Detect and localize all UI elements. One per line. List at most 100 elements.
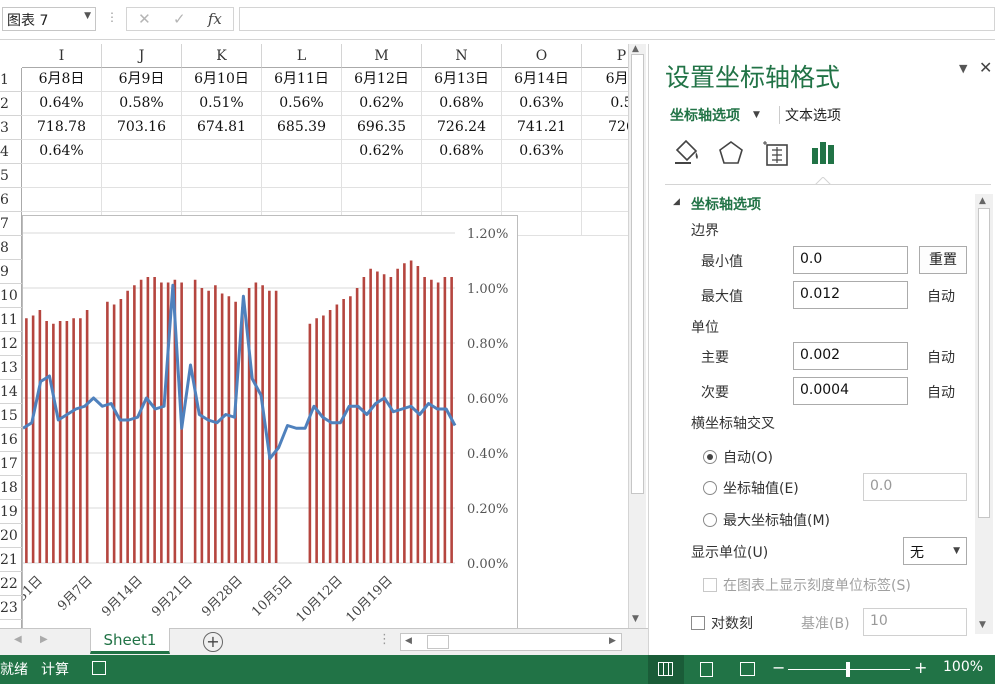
- pane-scroll-thumb[interactable]: [978, 208, 990, 518]
- radio-max-axis-value[interactable]: [703, 513, 717, 527]
- zoom-out-icon[interactable]: −: [772, 658, 785, 677]
- cell[interactable]: 6月8日: [22, 68, 102, 92]
- cell[interactable]: [22, 164, 102, 188]
- row-header[interactable]: 22: [0, 572, 22, 596]
- scroll-right-icon[interactable]: ▶: [609, 636, 616, 646]
- collapse-icon[interactable]: ◢: [673, 197, 680, 207]
- row-header[interactable]: 14: [0, 380, 22, 404]
- cell[interactable]: 0.68%: [422, 92, 502, 116]
- column-header[interactable]: J: [102, 44, 182, 68]
- reset-button[interactable]: 重置: [919, 246, 967, 274]
- scroll-down-icon[interactable]: ▼: [979, 620, 986, 630]
- zoom-level[interactable]: 100%: [943, 659, 983, 675]
- macro-record-icon[interactable]: [92, 661, 106, 675]
- cell[interactable]: 0.64%: [22, 140, 102, 164]
- cell[interactable]: 0.68%: [422, 140, 502, 164]
- axis-value-input[interactable]: 0.0: [863, 473, 967, 501]
- cell[interactable]: [102, 164, 182, 188]
- hscroll-thumb[interactable]: [427, 635, 449, 649]
- radio-auto[interactable]: [703, 450, 717, 464]
- radio-axis-value-label[interactable]: 坐标轴值(E): [723, 478, 799, 498]
- cell[interactable]: 6月9日: [102, 68, 182, 92]
- row-header[interactable]: 4: [0, 140, 22, 164]
- pane-scrollbar[interactable]: ▲ ▼: [975, 194, 993, 634]
- cell[interactable]: 0.63%: [502, 92, 582, 116]
- cell[interactable]: 6月1: [582, 68, 628, 92]
- row-header[interactable]: 5: [0, 164, 22, 188]
- cell[interactable]: [582, 140, 628, 164]
- row-header[interactable]: 20: [0, 524, 22, 548]
- row-header[interactable]: 13: [0, 356, 22, 380]
- page-layout-icon[interactable]: [700, 662, 713, 677]
- formula-input[interactable]: [239, 7, 995, 31]
- cell[interactable]: [262, 140, 342, 164]
- pane-options-icon[interactable]: ▼: [959, 62, 967, 75]
- cell[interactable]: [182, 188, 262, 212]
- axis-options-icon[interactable]: [805, 136, 841, 172]
- row-header[interactable]: 15: [0, 404, 22, 428]
- min-input[interactable]: 0.0: [793, 246, 908, 274]
- cell[interactable]: [182, 164, 262, 188]
- cell[interactable]: 0.63%: [502, 140, 582, 164]
- cell[interactable]: 6月11日: [262, 68, 342, 92]
- radio-max-label[interactable]: 最大坐标轴值(M): [723, 510, 830, 530]
- cell[interactable]: [502, 164, 582, 188]
- cell[interactable]: [342, 164, 422, 188]
- column-header[interactable]: I: [22, 44, 102, 68]
- scrollbar-thumb[interactable]: [631, 54, 644, 494]
- radio-auto-label[interactable]: 自动(O): [723, 447, 773, 467]
- row-header[interactable]: 16: [0, 428, 22, 452]
- cell[interactable]: [582, 164, 628, 188]
- max-auto-button[interactable]: 自动: [927, 286, 955, 306]
- cell[interactable]: 718.78: [22, 116, 102, 140]
- row-header[interactable]: 10: [0, 284, 22, 308]
- tab-text-options[interactable]: 文本选项: [785, 105, 841, 125]
- row-header[interactable]: 11: [0, 308, 22, 332]
- row-header[interactable]: 9: [0, 260, 22, 284]
- tab-axis-options[interactable]: 坐标轴选项: [670, 105, 740, 125]
- scroll-left-icon[interactable]: ◀: [405, 636, 412, 646]
- row-header[interactable]: 3: [0, 116, 22, 140]
- chart[interactable]: 0.00% 0.20% 0.40% 0.60% 0.80% 1.00% 1.20% 8月31日…: [0, 215, 518, 635]
- cell[interactable]: 0.51%: [182, 92, 262, 116]
- column-header[interactable]: N: [422, 44, 502, 68]
- show-units-checkbox[interactable]: [703, 578, 717, 592]
- column-header[interactable]: M: [342, 44, 422, 68]
- cell[interactable]: 0.56%: [262, 92, 342, 116]
- cell[interactable]: [22, 188, 102, 212]
- row-header[interactable]: 6: [0, 188, 22, 212]
- show-units-label[interactable]: 在图表上显示刻度单位标签(S): [723, 575, 911, 595]
- cell[interactable]: 6月13日: [422, 68, 502, 92]
- cell[interactable]: 0.62%: [342, 140, 422, 164]
- scroll-down-icon[interactable]: ▼: [632, 614, 639, 624]
- page-break-icon[interactable]: [740, 662, 755, 676]
- chevron-down-icon[interactable]: ▼: [84, 11, 91, 21]
- cell[interactable]: [582, 188, 628, 212]
- minor-input[interactable]: 0.0004: [793, 377, 908, 405]
- close-icon[interactable]: ✕: [979, 58, 992, 77]
- display-units-select[interactable]: 无 ▼: [903, 537, 967, 565]
- section-title[interactable]: 坐标轴选项: [691, 194, 761, 214]
- row-header[interactable]: 19: [0, 500, 22, 524]
- effects-icon[interactable]: [713, 136, 749, 172]
- row-header[interactable]: 8: [0, 236, 22, 260]
- chevron-down-icon[interactable]: ▼: [753, 110, 760, 120]
- tab-scroll-left-icon[interactable]: ◀: [14, 634, 22, 645]
- cell[interactable]: [102, 188, 182, 212]
- major-input[interactable]: 0.002: [793, 342, 908, 370]
- column-header[interactable]: K: [182, 44, 262, 68]
- cell[interactable]: [182, 140, 262, 164]
- vertical-scrollbar[interactable]: ▲ ▼: [628, 44, 646, 628]
- fill-line-icon[interactable]: [669, 136, 705, 172]
- row-header[interactable]: 17: [0, 452, 22, 476]
- cell[interactable]: 696.35: [342, 116, 422, 140]
- cell[interactable]: 726: [582, 116, 628, 140]
- log-scale-checkbox[interactable]: [691, 616, 705, 630]
- add-sheet-icon[interactable]: +: [203, 632, 223, 652]
- cancel-icon[interactable]: ✕: [138, 10, 151, 28]
- cell[interactable]: [342, 188, 422, 212]
- cell[interactable]: [582, 212, 628, 236]
- tab-scroll-right-icon[interactable]: ▶: [40, 634, 48, 645]
- cell[interactable]: [422, 188, 502, 212]
- cell[interactable]: 685.39: [262, 116, 342, 140]
